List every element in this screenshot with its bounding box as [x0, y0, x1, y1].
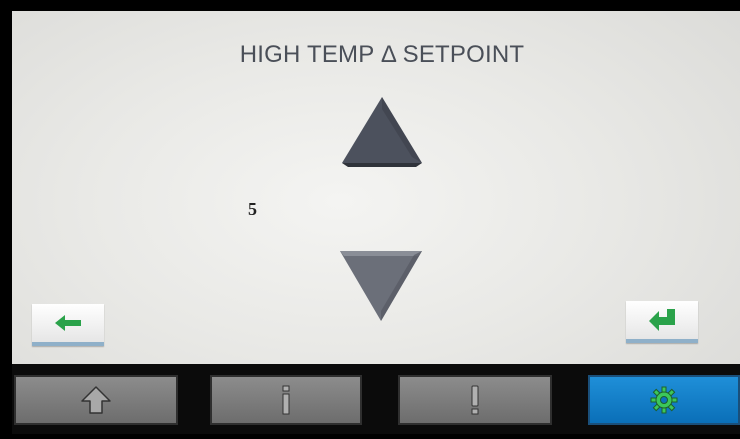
- tab-home[interactable]: [14, 375, 178, 425]
- decrease-button[interactable]: [338, 247, 424, 323]
- screen: HIGH TEMP Δ SETPOINT 5: [12, 11, 740, 434]
- exclamation-icon: [471, 385, 479, 415]
- device-frame: HIGH TEMP Δ SETPOINT 5: [0, 0, 740, 439]
- tab-alarm[interactable]: [398, 375, 552, 425]
- green-left-arrow-icon: [55, 315, 81, 331]
- tab-info[interactable]: [210, 375, 362, 425]
- tab-settings[interactable]: [588, 375, 740, 425]
- gear-icon: [650, 386, 678, 414]
- enter-button[interactable]: [626, 301, 698, 343]
- info-icon: [282, 385, 290, 415]
- back-button[interactable]: [32, 304, 104, 346]
- setpoint-value: 5: [248, 199, 257, 219]
- page-title: HIGH TEMP Δ SETPOINT: [239, 41, 525, 68]
- home-icon: [81, 386, 111, 414]
- arrow-down-icon: [340, 251, 422, 321]
- arrow-up-icon: [342, 97, 422, 167]
- bottom-tab-bar: [12, 364, 740, 434]
- green-enter-arrow-icon: [649, 309, 675, 331]
- increase-button[interactable]: [340, 95, 424, 169]
